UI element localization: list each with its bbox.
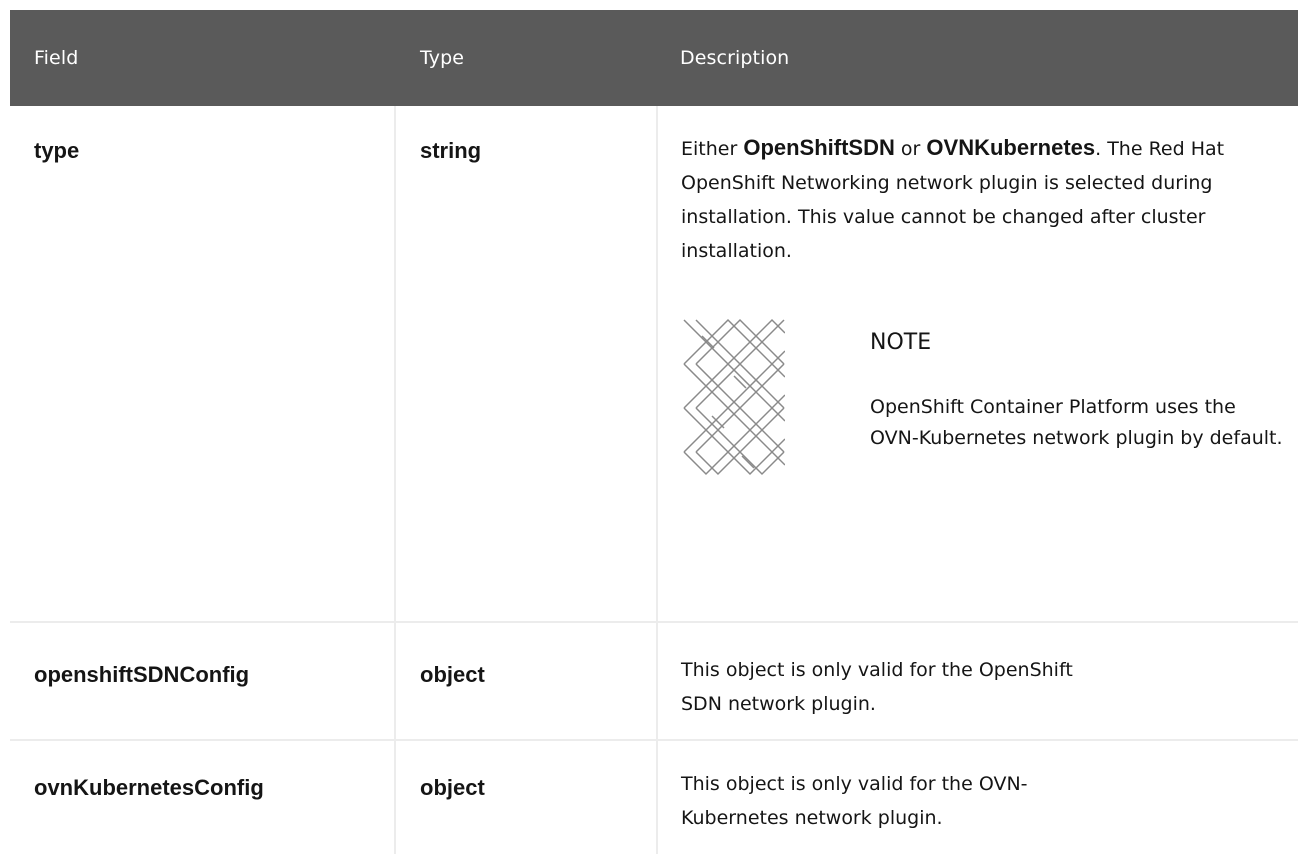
desc-prefix: Either bbox=[681, 138, 744, 160]
field-type: object bbox=[420, 662, 485, 687]
note-pattern-icon bbox=[683, 318, 785, 476]
table-header: Field Type Description bbox=[10, 10, 1298, 106]
field-type: object bbox=[420, 775, 485, 800]
field-description: This object is only valid for the OVN-Ku… bbox=[681, 773, 1028, 829]
field-description: Either OpenShiftSDN or OVNKubernetes. Th… bbox=[681, 131, 1281, 268]
note-title: NOTE bbox=[870, 330, 932, 355]
header-field: Field bbox=[34, 47, 79, 69]
desc-ovnkubernetes: OVNKubernetes bbox=[926, 135, 1096, 160]
note-admonition: NOTE OpenShift Container Platform uses t… bbox=[682, 316, 1292, 482]
desc-openshiftsdn: OpenShiftSDN bbox=[743, 135, 895, 160]
header-type: Type bbox=[420, 47, 465, 69]
field-name: ovnKubernetesConfig bbox=[34, 775, 264, 800]
table-row: openshiftSDNConfig object This object is… bbox=[10, 623, 1298, 739]
desc-mid: or bbox=[894, 138, 927, 160]
table-row: ovnKubernetesConfig object This object i… bbox=[10, 741, 1298, 854]
note-text: OpenShift Container Platform uses the OV… bbox=[870, 396, 1283, 449]
field-name: openshiftSDNConfig bbox=[34, 662, 250, 687]
field-description: This object is only valid for the OpenSh… bbox=[681, 659, 1073, 715]
header-description: Description bbox=[680, 47, 790, 69]
parameters-table: Field Type Description type string Eithe… bbox=[10, 10, 1298, 854]
field-name: type bbox=[34, 138, 80, 163]
page: Field Type Description type string Eithe… bbox=[0, 0, 1298, 854]
field-type: string bbox=[420, 138, 482, 163]
